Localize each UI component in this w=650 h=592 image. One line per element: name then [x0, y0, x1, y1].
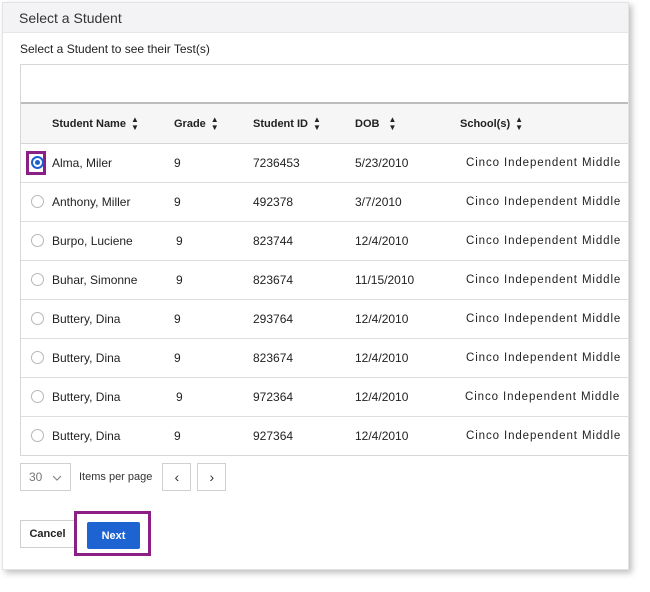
column-label: Student Name — [52, 117, 126, 130]
column-header-grade[interactable]: Grade ▲ ▼ — [174, 104, 219, 143]
cancel-button[interactable]: Cancel — [20, 520, 75, 548]
dob: 12/4/2010 — [355, 429, 409, 443]
dob: 12/4/2010 — [355, 390, 409, 404]
student-name: Burpo, Luciene — [52, 234, 133, 248]
items-per-page-label: Items per page — [79, 471, 153, 483]
student-id: 927364 — [253, 429, 294, 443]
grade: 9 — [176, 390, 183, 404]
sort-icon[interactable]: ▲ ▼ — [131, 115, 139, 132]
column-header-student-name[interactable]: Student Name ▲ ▼ — [52, 104, 139, 143]
dialog-title: Select a Student — [19, 9, 122, 26]
student-id: 293764 — [253, 312, 294, 326]
select-student-dialog: Select a Student Select a Student to see… — [2, 2, 629, 570]
sort-icon[interactable]: ▲ ▼ — [388, 115, 396, 132]
student-name: Alma, Miler — [52, 156, 113, 170]
school: Cinco Independent Middle — [466, 196, 622, 208]
pagination: 30 Items per page ‹ › — [20, 463, 227, 491]
row-radio[interactable] — [31, 273, 44, 286]
column-label: School(s) — [460, 117, 511, 130]
dob: 12/4/2010 — [355, 351, 409, 365]
row-radio[interactable] — [31, 234, 44, 247]
table-row[interactable]: Buttery, Dina 9 972364 12/4/2010 Cinco I… — [21, 378, 628, 417]
student-id: 7236453 — [253, 156, 300, 170]
table-search-bar[interactable] — [21, 65, 628, 104]
students-table: Student Name ▲ ▼ Grade ▲ ▼ Student ID ▲ ▼ D… — [20, 64, 628, 456]
table-row[interactable]: Buhar, Simonne 9 823674 11/15/2010 Cinco… — [21, 261, 628, 300]
school: Cinco Independent Middle — [466, 313, 622, 325]
student-name: Buttery, Dina — [52, 351, 121, 365]
student-id: 492378 — [253, 195, 294, 209]
grade: 9 — [174, 156, 181, 170]
student-name: Buhar, Simonne — [52, 273, 138, 287]
student-name: Buttery, Dina — [52, 429, 121, 443]
grade: 9 — [176, 273, 183, 287]
table-header: Student Name ▲ ▼ Grade ▲ ▼ Student ID ▲ ▼ D… — [21, 104, 628, 144]
school: Cinco Independent Middle — [466, 352, 622, 364]
grade: 9 — [174, 195, 181, 209]
dialog-header: Select a Student — [3, 3, 628, 33]
chevron-right-icon: › — [209, 469, 215, 485]
sort-icon[interactable]: ▲ ▼ — [515, 115, 523, 132]
dob: 5/23/2010 — [355, 156, 409, 170]
school: Cinco Independent Middle — [466, 274, 622, 286]
dob: 11/15/2010 — [355, 273, 415, 287]
student-id: 823674 — [253, 273, 294, 287]
table-row[interactable]: Buttery, Dina 9 823674 12/4/2010 Cinco I… — [21, 339, 628, 378]
school: Cinco Independent Middle — [466, 157, 622, 169]
student-name: Buttery, Dina — [52, 312, 121, 326]
dob: 12/4/2010 — [355, 234, 409, 248]
table-row[interactable]: Alma, Miler 9 7236453 5/23/2010 Cinco In… — [21, 144, 628, 183]
student-name: Anthony, Miller — [52, 195, 131, 209]
column-header-student-id[interactable]: Student ID ▲ ▼ — [253, 104, 321, 143]
previous-page-button[interactable]: ‹ — [162, 463, 192, 491]
items-per-page-select[interactable]: 30 — [20, 463, 71, 491]
dialog-subtitle: Select a Student to see their Test(s) — [20, 42, 210, 56]
chevron-down-icon — [52, 470, 62, 484]
column-label: Grade — [174, 117, 206, 130]
student-name: Buttery, Dina — [52, 390, 121, 404]
column-label: DOB — [355, 117, 380, 130]
school: Cinco Independent Middle — [465, 391, 621, 403]
next-page-button[interactable]: › — [197, 463, 227, 491]
column-header-schools[interactable]: School(s) ▲ ▼ — [460, 104, 523, 143]
student-id: 823744 — [253, 234, 294, 248]
sort-icon[interactable]: ▲ ▼ — [313, 115, 321, 132]
student-id: 972364 — [253, 390, 294, 404]
row-radio[interactable] — [31, 195, 44, 208]
next-button-highlight: Next — [74, 511, 151, 556]
grade: 9 — [174, 312, 181, 326]
grade: 9 — [174, 351, 181, 365]
table-row[interactable]: Anthony, Miller 9 492378 3/7/2010 Cinco … — [21, 183, 628, 222]
row-radio[interactable] — [31, 156, 44, 169]
next-button[interactable]: Next — [87, 522, 140, 549]
table-row[interactable]: Buttery, Dina 9 293764 12/4/2010 Cinco I… — [21, 300, 628, 339]
student-id: 823674 — [253, 351, 294, 365]
sort-icon[interactable]: ▲ ▼ — [211, 115, 219, 132]
table-row[interactable]: Burpo, Luciene 9 823744 12/4/2010 Cinco … — [21, 222, 628, 261]
chevron-left-icon: ‹ — [174, 469, 180, 485]
dob: 3/7/2010 — [355, 195, 402, 209]
table-row[interactable]: Buttery, Dina 9 927364 12/4/2010 Cinco I… — [21, 417, 628, 455]
row-radio[interactable] — [31, 312, 44, 325]
row-radio[interactable] — [31, 351, 44, 364]
row-radio[interactable] — [31, 429, 44, 442]
column-header-dob[interactable]: DOB ▲ ▼ — [355, 104, 396, 143]
table-body: Alma, Miler 9 7236453 5/23/2010 Cinco In… — [21, 144, 628, 455]
column-label: Student ID — [253, 117, 308, 130]
row-radio[interactable] — [31, 390, 44, 403]
school: Cinco Independent Middle — [466, 430, 622, 442]
grade: 9 — [174, 429, 181, 443]
dob: 12/4/2010 — [355, 312, 409, 326]
items-per-page-value: 30 — [29, 470, 43, 484]
school: Cinco Independent Middle — [466, 235, 622, 247]
grade: 9 — [176, 234, 183, 248]
